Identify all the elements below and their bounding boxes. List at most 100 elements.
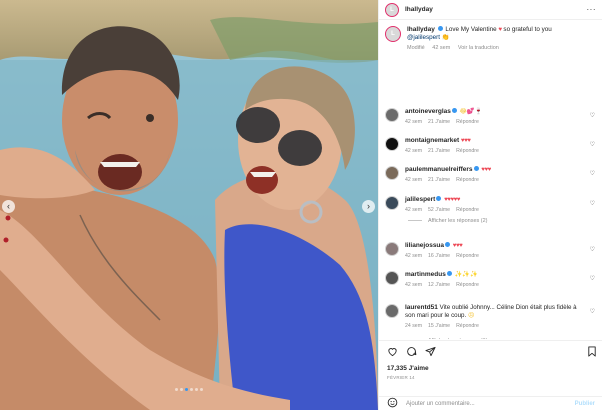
heart-emoji-icon: ♥ [498,26,502,33]
post-side-panel: L lhallyday ··· L lhallyday Love My Vale… [378,0,602,410]
avatar[interactable] [385,304,399,318]
smiley-icon[interactable] [387,395,398,410]
comment-like-heart-icon[interactable]: ♡ [590,170,595,177]
comment-likes[interactable]: 16 J'aime [428,253,450,259]
share-icon[interactable] [425,344,436,362]
avatar[interactable] [385,108,399,122]
post-date: FÉVRIER 14 [387,375,415,380]
avatar[interactable] [385,196,399,210]
avatar[interactable] [385,242,399,256]
comment-like-heart-icon[interactable]: ♡ [590,200,595,207]
comment-username[interactable]: martinmedus [405,271,446,278]
caption-meta: Modifié 42 sem Voir la traduction [407,44,552,52]
comment-body: laurentd51 Vite oublié Johnny... Céline … [405,304,583,330]
caption-text-suffix: so grateful to you [503,26,552,33]
comment-meta: 42 sem 16 J'aime Répondre [405,252,583,260]
carousel-dot[interactable] [195,388,198,391]
bookmark-icon[interactable] [587,344,597,362]
comment-body: paulemmanuelreiffers ♥♥♥ 42 sem 21 J'aime R… [405,166,583,184]
comment-emoji: 😠 [467,312,475,319]
comment-username[interactable]: montaignemarket [405,137,459,144]
reply-button[interactable]: Répondre [456,177,479,183]
verified-badge-icon [451,108,457,113]
comment-body: montaignemarket ♥♥♥ 42 sem 21 J'aime Répond… [405,137,583,155]
reply-button[interactable]: Répondre [456,323,479,329]
replies-divider [408,220,422,222]
comments-list[interactable]: L lhallyday Love My Valentine ♥ so grate… [379,21,602,339]
comment-item: paulemmanuelreiffers ♥♥♥ 42 sem 21 J'aime R… [379,166,602,184]
comment-emoji: ♥♥♥♥♥ [444,196,460,203]
comment-body: antoineverglas 😂💕🍷 42 sem 21 J'aime Répondr… [405,108,583,126]
avatar[interactable] [385,137,399,151]
avatar[interactable]: L [385,26,401,42]
post-author-username[interactable]: lhallyday [405,6,433,13]
comment-username[interactable]: lilianejossua [405,242,444,249]
comment-meta: 42 sem 21 J'aime Répondre [405,118,583,126]
comment-item: montaignemarket ♥♥♥ 42 sem 21 J'aime Répond… [379,137,602,155]
post-photo[interactable]: ‹ › [0,0,378,410]
comment-like-heart-icon[interactable]: ♡ [590,275,595,282]
comment-username[interactable]: antoineverglas [405,108,451,115]
see-translation-link[interactable]: Voir la traduction [458,45,499,51]
comment-likes[interactable]: 12 J'aime [428,282,450,288]
avatar[interactable]: L [385,2,399,17]
comment-time: 24 sem [405,323,423,329]
reply-button[interactable]: Répondre [456,148,479,154]
verified-badge-icon [473,166,479,171]
publish-button[interactable]: Publier [575,401,595,407]
comment-likes[interactable]: 21 J'aime [428,177,450,183]
next-slide-button[interactable]: › [362,200,375,213]
instagram-post-modal: ‹ › L lhallyday ··· L lhallyday Love My … [0,0,602,410]
edited-label: Modifié [407,45,425,51]
comment-time: 42 sem [405,253,423,259]
carousel-dot[interactable] [175,388,178,391]
view-replies-label: Afficher les réponses (1) [428,338,488,339]
caption-username[interactable]: lhallyday [407,26,435,33]
comment-time: 42 sem [405,282,423,288]
comment-username[interactable]: paulemmanuelreiffers [405,166,473,173]
carousel-dot[interactable] [200,388,203,391]
caption-mention-link[interactable]: @jalilespert [407,34,440,41]
view-replies-link[interactable]: Afficher les réponses (2) [379,218,488,224]
carousel-dot[interactable] [190,388,193,391]
comment-meta: 42 sem 52 J'aime Répondre [405,206,583,214]
caption-time: 42 sem [432,45,451,51]
avatar[interactable] [385,166,399,180]
likes-count[interactable]: 17,335 J'aime [387,365,597,372]
comment-username[interactable]: laurentd51 [405,304,438,311]
ellipsis-icon[interactable]: ··· [587,5,597,14]
view-replies-link[interactable]: Afficher les réponses (1) [379,338,488,339]
reply-button[interactable]: Répondre [456,119,479,125]
reply-button[interactable]: Répondre [456,207,479,213]
comment-meta: 42 sem 21 J'aime Répondre [405,176,583,184]
comment-item: martinmedus ✨✨✨ 42 sem 12 J'aime Répondre ♡ [379,271,602,289]
comment-likes[interactable]: 21 J'aime [428,148,450,154]
comment-likes[interactable]: 15 J'aime [428,323,450,329]
comment-likes[interactable]: 21 J'aime [428,119,450,125]
comment-emoji: ♥♥♥ [460,137,471,144]
carousel-dot[interactable] [180,388,183,391]
post-caption: L lhallyday Love My Valentine ♥ so grate… [379,21,602,58]
comment-icon[interactable] [406,344,417,362]
comment-likes[interactable]: 52 J'aime [428,207,450,213]
comment-item: jalilespert ♥♥♥♥♥ 42 sem 52 J'aime Répondre… [379,196,602,214]
comment-username[interactable]: jalilespert [405,196,435,203]
comment-like-heart-icon[interactable]: ♡ [590,308,595,315]
comment-like-heart-icon[interactable]: ♡ [590,246,595,253]
carousel-dot[interactable] [185,388,188,391]
comment-like-heart-icon[interactable]: ♡ [590,112,595,119]
reply-button[interactable]: Répondre [456,282,479,288]
comment-like-heart-icon[interactable]: ♡ [590,141,595,148]
add-comment-bar: Ajouter un commentaire... Publier [379,396,602,410]
comment-emoji: ♥♥♥ [481,166,491,173]
comment-time: 42 sem [405,119,423,125]
comment-emoji: 😂💕🍷 [459,108,483,115]
heart-icon[interactable] [387,344,398,362]
previous-slide-button[interactable]: ‹ [2,200,15,213]
reply-button[interactable]: Répondre [456,253,479,259]
comment-time: 42 sem [405,177,423,183]
avatar[interactable] [385,271,399,285]
comment-input[interactable]: Ajouter un commentaire... [406,401,475,407]
comment-meta: 42 sem 12 J'aime Répondre [405,281,583,289]
comment-meta: 42 sem 21 J'aime Répondre [405,147,583,155]
